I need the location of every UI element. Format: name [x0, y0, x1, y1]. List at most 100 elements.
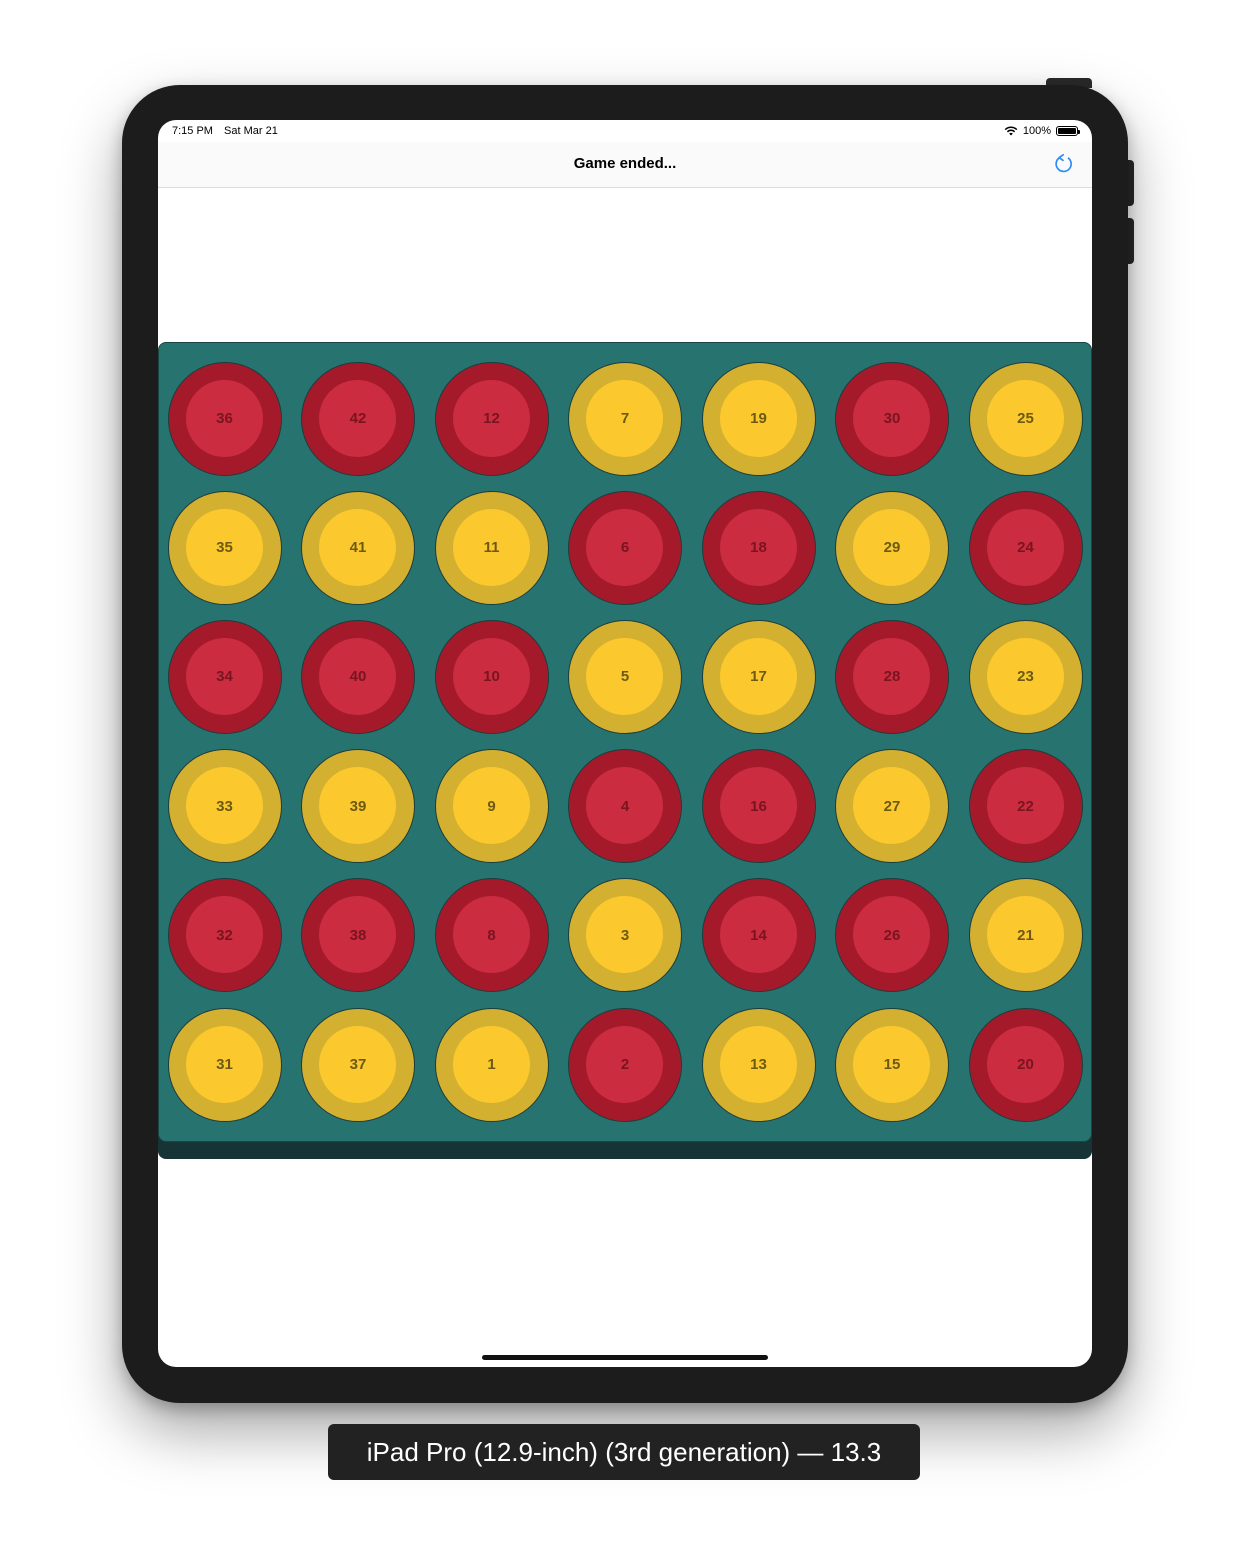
board-cell[interactable]: 17 [701, 619, 816, 734]
status-time: 7:15 PM [172, 125, 213, 137]
board-cell[interactable]: 7 [568, 361, 682, 476]
board-cell[interactable]: 5 [568, 619, 682, 734]
move-number: 13 [750, 1056, 767, 1073]
board-cell[interactable]: 19 [701, 361, 816, 476]
board-cell[interactable]: 24 [968, 490, 1083, 605]
move-number: 18 [750, 539, 767, 557]
board-cell[interactable]: 27 [835, 749, 949, 864]
move-number: 7 [620, 410, 630, 427]
board-cell[interactable]: 18 [701, 490, 816, 605]
board-cell[interactable]: 9 [434, 749, 549, 864]
board-cell[interactable]: 32 [167, 878, 282, 993]
move-number: 24 [1017, 539, 1034, 557]
board-cell[interactable]: 38 [301, 878, 415, 993]
board-cell[interactable]: 40 [301, 619, 415, 734]
move-number: 12 [483, 410, 500, 427]
move-number: 42 [349, 410, 367, 427]
board-cell[interactable]: 12 [434, 361, 549, 476]
screen: 7:15 PM Sat Mar 21 100% Game ended... 36… [158, 120, 1092, 1367]
board-cell[interactable]: 16 [701, 749, 816, 864]
board-cell[interactable]: 39 [301, 749, 415, 864]
move-number: 20 [1017, 1056, 1034, 1073]
refresh-icon [1055, 153, 1072, 173]
move-number: 2 [620, 1056, 630, 1073]
board-cell[interactable]: 37 [301, 1007, 415, 1122]
move-number: 9 [487, 797, 496, 815]
board-cell[interactable]: 28 [835, 619, 949, 734]
move-number: 30 [883, 410, 901, 427]
status-bar: 7:15 PM Sat Mar 21 100% [158, 120, 1092, 142]
move-number: 5 [620, 668, 630, 686]
status-left: 7:15 PM Sat Mar 21 [172, 125, 286, 137]
navigation-bar: Game ended... [158, 142, 1092, 188]
move-number: 36 [216, 410, 233, 427]
move-number: 34 [216, 668, 233, 686]
move-number: 38 [349, 926, 367, 944]
board-cell[interactable]: 23 [968, 619, 1083, 734]
board-cell[interactable]: 41 [301, 490, 415, 605]
board-cell[interactable]: 1 [434, 1007, 549, 1122]
move-number: 3 [620, 926, 630, 944]
board-cell[interactable]: 11 [434, 490, 549, 605]
move-number: 33 [216, 797, 233, 815]
game-board: 36 42 12 7 19 30 25 35 41 11 6 18 29 24 34 40 10 5 17 28 23 3… [158, 342, 1092, 1142]
move-number: 23 [1017, 668, 1034, 686]
battery-percent: 100% [1022, 125, 1051, 137]
move-number: 31 [216, 1056, 233, 1073]
move-number: 39 [349, 797, 367, 815]
board-cell[interactable]: 33 [167, 749, 282, 864]
simulator-stage: 7:15 PM Sat Mar 21 100% Game ended... 36… [0, 0, 1250, 1560]
board-cell[interactable]: 35 [167, 490, 282, 605]
board-cell[interactable]: 2 [568, 1007, 682, 1122]
board-cell[interactable]: 15 [835, 1007, 949, 1122]
move-number: 14 [750, 926, 767, 944]
move-number: 35 [216, 539, 233, 557]
refresh-button[interactable] [1052, 152, 1076, 176]
move-number: 41 [349, 539, 367, 557]
move-number: 4 [620, 797, 630, 815]
move-number: 16 [750, 797, 767, 815]
board-cell[interactable]: 3 [568, 878, 682, 993]
battery-icon [1056, 126, 1080, 136]
board-cell[interactable]: 30 [835, 361, 949, 476]
board-cell[interactable]: 25 [968, 361, 1083, 476]
move-number: 17 [750, 668, 767, 686]
device-caption: iPad Pro (12.9-inch) (3rd generation) — … [328, 1424, 920, 1480]
move-number: 25 [1017, 410, 1034, 427]
board-cell[interactable]: 21 [968, 878, 1083, 993]
board-cell[interactable]: 4 [568, 749, 682, 864]
move-number: 22 [1017, 797, 1034, 815]
board-cell[interactable]: 10 [434, 619, 549, 734]
board-cell[interactable]: 29 [835, 490, 949, 605]
move-number: 15 [883, 1056, 901, 1073]
board-cell[interactable]: 8 [434, 878, 549, 993]
board-cell[interactable]: 22 [968, 749, 1083, 864]
move-number: 26 [883, 926, 901, 944]
board-cell[interactable]: 26 [835, 878, 949, 993]
move-number: 10 [483, 668, 500, 686]
move-number: 29 [883, 539, 901, 557]
move-number: 37 [349, 1056, 367, 1073]
move-number: 11 [483, 539, 500, 557]
board-cell[interactable]: 14 [701, 878, 816, 993]
move-number: 40 [349, 668, 367, 686]
move-number: 19 [750, 410, 767, 427]
board-cell[interactable]: 34 [167, 619, 282, 734]
status-right: 100% [1004, 125, 1080, 137]
move-number: 6 [620, 539, 630, 557]
board-cell[interactable]: 31 [167, 1007, 282, 1122]
move-number: 32 [216, 926, 233, 944]
status-date: Sat Mar 21 [224, 125, 278, 137]
home-indicator [482, 1355, 768, 1360]
board-cell[interactable]: 13 [701, 1007, 816, 1122]
board-cell[interactable]: 42 [301, 361, 415, 476]
board-cell[interactable]: 36 [167, 361, 282, 476]
move-number: 27 [883, 797, 901, 815]
wifi-icon [1004, 126, 1018, 136]
board-cell[interactable]: 20 [968, 1007, 1083, 1122]
board-cell[interactable]: 6 [568, 490, 682, 605]
move-number: 28 [883, 668, 901, 686]
nav-title: Game ended... [573, 155, 677, 172]
move-number: 21 [1017, 926, 1034, 944]
move-number: 1 [487, 1056, 496, 1073]
